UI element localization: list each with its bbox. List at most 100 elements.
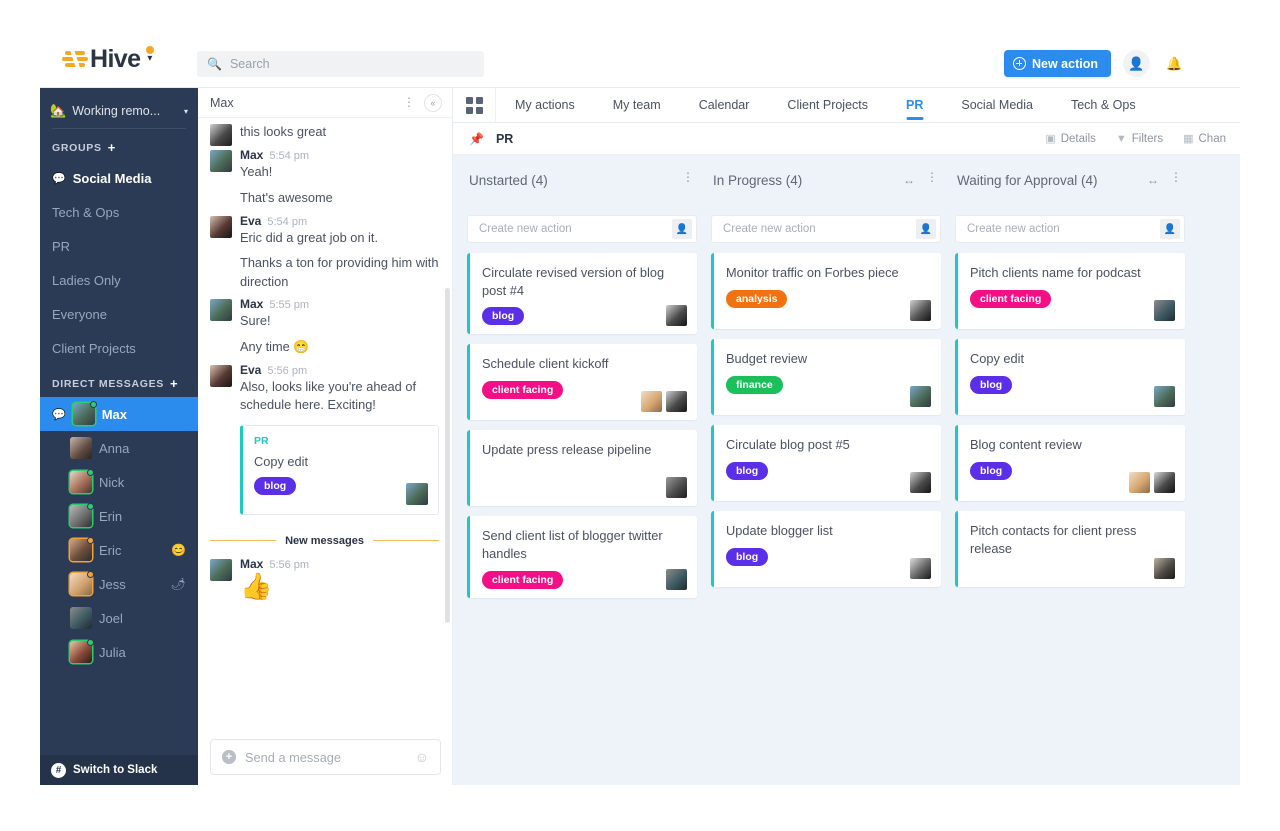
sidebar-dm-julia[interactable]: Julia bbox=[40, 635, 198, 669]
assign-user-icon[interactable]: 👤 bbox=[1160, 219, 1180, 239]
tab-my-team[interactable]: My team bbox=[594, 88, 680, 122]
tab-social-media[interactable]: Social Media bbox=[942, 88, 1052, 122]
action-card[interactable]: Schedule client kickoff client facing bbox=[467, 344, 697, 421]
new-action-label: New action bbox=[1032, 56, 1098, 71]
avatar bbox=[406, 482, 428, 505]
sidebar-dm-eric[interactable]: Eric 😊 bbox=[40, 533, 198, 567]
tab-my-actions[interactable]: My actions bbox=[496, 88, 594, 122]
slack-icon: # bbox=[51, 762, 66, 778]
sidebar-item-pr[interactable]: PR bbox=[40, 229, 198, 263]
pin-icon[interactable]: 📌 bbox=[469, 132, 484, 146]
status-emoji-icon: 🌶 bbox=[170, 577, 186, 591]
avatar-spacer bbox=[210, 255, 232, 277]
avatar bbox=[210, 364, 232, 387]
kebab-menu-icon[interactable]: ⋮ bbox=[1170, 171, 1182, 183]
tab-pr[interactable]: PR bbox=[887, 88, 942, 122]
sidebar-dm-label: Jess bbox=[99, 576, 126, 592]
message-author: Max bbox=[240, 556, 264, 571]
tag-badge: client facing bbox=[482, 570, 564, 589]
action-card[interactable]: Blog content review blog bbox=[955, 425, 1185, 501]
avatar bbox=[666, 568, 687, 590]
kebab-menu-icon[interactable]: ⋮ bbox=[926, 171, 938, 183]
tag-badge: blog bbox=[970, 375, 1013, 394]
switch-to-slack-button[interactable]: # Switch to Slack bbox=[40, 755, 198, 785]
tab-tech-ops[interactable]: Tech & Ops bbox=[1052, 88, 1155, 122]
message-text: That's awesome bbox=[240, 189, 333, 205]
sidebar-dm-joel[interactable]: Joel bbox=[40, 601, 198, 635]
new-action-button[interactable]: New action bbox=[1004, 50, 1111, 77]
message-list[interactable]: this looks great Max 5:54 pm Yeah! That'… bbox=[198, 118, 453, 726]
message-composer-input[interactable]: + Send a message ☺ bbox=[210, 739, 441, 775]
add-attachment-icon[interactable]: + bbox=[222, 750, 236, 764]
groups-label: GROUPS bbox=[52, 141, 102, 154]
action-card[interactable]: Send client list of blogger twitter hand… bbox=[467, 516, 697, 598]
create-new-action-input[interactable]: Create new action 👤 bbox=[467, 215, 697, 243]
assign-user-icon[interactable]: 👤 bbox=[672, 219, 692, 239]
tag-badge: analysis bbox=[726, 289, 788, 308]
create-action-placeholder: Create new action bbox=[967, 223, 1060, 235]
chat-scrollbar[interactable] bbox=[445, 288, 450, 623]
sidebar-item-social-media[interactable]: 💬 Social Media bbox=[40, 161, 198, 195]
assign-user-icon[interactable]: 👤 bbox=[916, 219, 936, 239]
filters-button[interactable]: ▼ Filters bbox=[1116, 133, 1163, 145]
avatar-spacer bbox=[210, 190, 232, 212]
kanban-board[interactable]: Unstarted (4) ⋮ Create new action 👤 Circ… bbox=[453, 155, 1240, 785]
presence-dot-online bbox=[87, 469, 94, 476]
card-title: Send client list of blogger twitter hand… bbox=[482, 528, 663, 561]
action-card[interactable]: Circulate blog post #5 blog bbox=[711, 425, 941, 501]
sidebar-item-everyone[interactable]: Everyone bbox=[40, 297, 198, 331]
add-direct-message-icon[interactable]: + bbox=[170, 376, 178, 391]
sidebar-item-client-projects[interactable]: Client Projects bbox=[40, 331, 198, 365]
change-view-button[interactable]: ▦ Chan bbox=[1183, 132, 1226, 146]
add-user-icon[interactable]: 👤 bbox=[1123, 50, 1150, 77]
search-input[interactable]: 🔍 Search bbox=[197, 51, 484, 77]
resize-column-icon[interactable]: ↔ bbox=[903, 173, 915, 187]
column-header: Waiting for Approval (4) ↔ ⋮ bbox=[955, 171, 1185, 215]
card-assignees bbox=[1154, 558, 1175, 579]
kebab-menu-icon[interactable]: ⋮ bbox=[403, 96, 415, 108]
sidebar-dm-max[interactable]: 💬 Max bbox=[40, 397, 198, 431]
card-title: Pitch contacts for client press release bbox=[970, 523, 1137, 556]
sidebar-dm-anna[interactable]: Anna bbox=[40, 431, 198, 465]
collapse-left-icon[interactable]: « bbox=[424, 93, 442, 112]
action-card[interactable]: Copy edit blog bbox=[955, 339, 1185, 415]
sidebar-dm-nick[interactable]: Nick bbox=[40, 465, 198, 499]
embedded-action-card[interactable]: PR Copy edit blog bbox=[240, 424, 439, 515]
card-assignees bbox=[1154, 386, 1175, 407]
switch-to-slack-label: Switch to Slack bbox=[73, 764, 158, 776]
tab-calendar[interactable]: Calendar bbox=[680, 88, 769, 122]
message-text: this looks great bbox=[240, 124, 327, 139]
bell-icon[interactable]: 🔔 bbox=[1161, 50, 1188, 77]
action-card[interactable]: Monitor traffic on Forbes piece analysis bbox=[711, 253, 941, 329]
kebab-menu-icon[interactable]: ⋮ bbox=[682, 171, 694, 183]
action-card[interactable]: Pitch clients name for podcast client fa… bbox=[955, 253, 1185, 329]
card-assignees bbox=[666, 477, 687, 499]
action-card[interactable]: Update press release pipeline bbox=[467, 430, 697, 507]
details-button[interactable]: ▣ Details bbox=[1045, 132, 1096, 146]
column-header: Unstarted (4) ⋮ bbox=[467, 171, 697, 215]
sidebar-dm-jess[interactable]: Jess 🌶 bbox=[40, 567, 198, 601]
sidebar-item-tech-ops[interactable]: Tech & Ops bbox=[40, 195, 198, 229]
create-new-action-input[interactable]: Create new action 👤 bbox=[711, 215, 941, 243]
hive-logo[interactable]: Hive ▾ bbox=[62, 46, 155, 72]
action-card[interactable]: Circulate revised version of blog post #… bbox=[467, 253, 697, 335]
column-header: In Progress (4) ↔ ⋮ bbox=[711, 171, 941, 215]
change-view-icon: ▦ bbox=[1183, 133, 1194, 145]
apps-grid-icon[interactable] bbox=[453, 88, 496, 122]
sidebar-dm-erin[interactable]: Erin bbox=[40, 499, 198, 533]
top-header-bar: Hive ▾ 🔍 Search New action 👤 🔔 bbox=[40, 40, 1240, 88]
presence-dot-away bbox=[87, 571, 94, 578]
sidebar-item-ladies-only[interactable]: Ladies Only bbox=[40, 263, 198, 297]
action-card[interactable]: Update blogger list blog bbox=[711, 511, 941, 587]
resize-column-icon[interactable]: ↔ bbox=[1147, 173, 1159, 187]
avatar bbox=[1154, 558, 1175, 579]
tab-client-projects[interactable]: Client Projects bbox=[768, 88, 887, 122]
add-group-icon[interactable]: + bbox=[108, 140, 116, 155]
emoji-icon[interactable]: ☺ bbox=[415, 749, 429, 765]
action-card[interactable]: Budget review finance bbox=[711, 339, 941, 415]
user-status-selector[interactable]: 🏡 Working remo... ▾ bbox=[40, 88, 198, 124]
chat-bubble-icon: 💬 bbox=[52, 172, 66, 185]
create-new-action-input[interactable]: Create new action 👤 bbox=[955, 215, 1185, 243]
action-card[interactable]: Pitch contacts for client press release bbox=[955, 511, 1185, 587]
avatar bbox=[70, 437, 92, 459]
